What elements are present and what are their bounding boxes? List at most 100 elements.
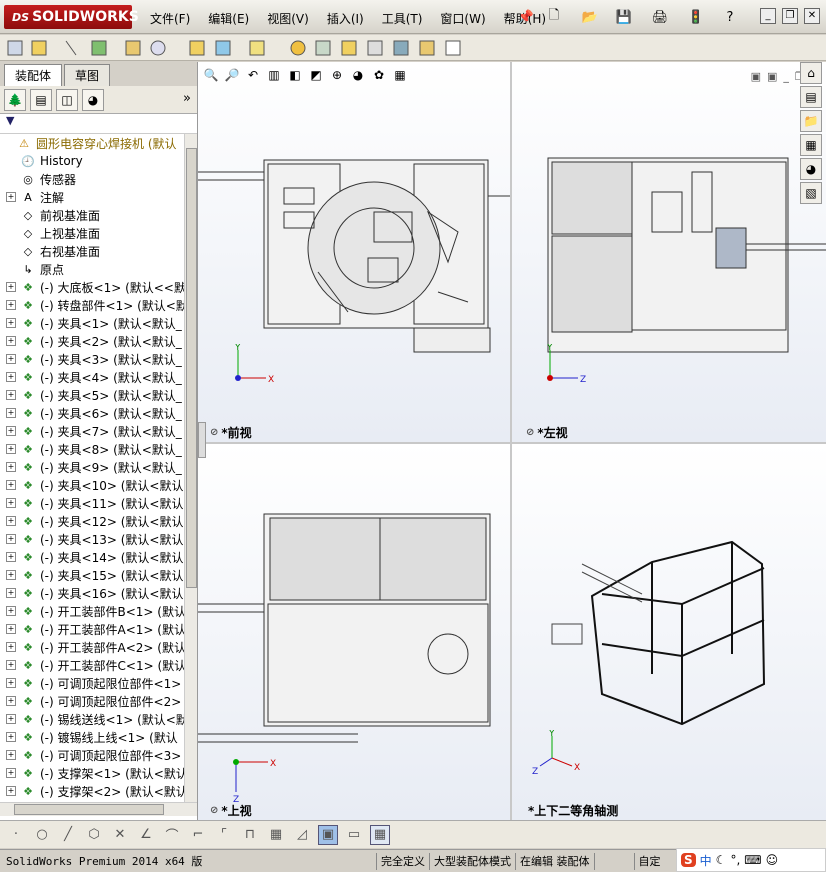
tree-item[interactable]: ◇ 右视基准面 [0, 242, 184, 260]
single-view-icon[interactable]: ▭ [344, 825, 364, 845]
moon-icon[interactable]: ☾ [716, 853, 727, 867]
solidworks-logo[interactable]: DS SOLIDWORKS [4, 5, 139, 29]
expand-toggle[interactable]: + [6, 534, 16, 544]
polygon-icon[interactable]: ⬡ [84, 825, 104, 845]
line-icon[interactable]: ╱ [58, 825, 78, 845]
tree-item[interactable]: + ❖ (-) 转盘部件<1> (默认<默 [0, 296, 184, 314]
expand-toggle[interactable]: + [6, 426, 16, 436]
expand-toggle[interactable]: + [6, 480, 16, 490]
expand-toggle[interactable]: + [6, 660, 16, 670]
expand-toggle[interactable]: + [6, 462, 16, 472]
tab-assembly[interactable]: 装配体 [4, 64, 63, 86]
tree-item[interactable]: + ❖ (-) 可调顶起限位部件<2> [0, 692, 184, 710]
expand-toggle[interactable]: + [6, 408, 16, 418]
pin-icon[interactable]: 📌 [516, 7, 536, 27]
viewport-front[interactable]: Y X ⊘ *前视 [198, 62, 510, 442]
expand-toggle[interactable]: + [6, 714, 16, 724]
triangle-icon[interactable]: ◿ [292, 825, 312, 845]
apply-scene-icon[interactable]: ✿ [370, 66, 388, 84]
tree-item[interactable]: + ❖ (-) 支撑架<1> (默认<默认 [0, 764, 184, 782]
property-manager-icon[interactable]: ▤ [30, 88, 52, 111]
viewport-split-icon-2[interactable]: ▣ [767, 70, 777, 83]
punctuation-icon[interactable]: °, [730, 853, 740, 867]
fillet-icon[interactable]: ⌒ [162, 825, 182, 845]
viewport-split-icon[interactable]: ▣ [751, 70, 761, 83]
view-palette-icon[interactable]: ▦ [800, 134, 822, 156]
menu-file[interactable]: 文件(F) [142, 8, 198, 29]
home-icon[interactable]: ⌂ [800, 62, 822, 84]
viewport-top[interactable]: Z X ⊘ *上视 [198, 444, 510, 820]
zoom-area-icon[interactable]: 🔎 [223, 66, 241, 84]
filter-row[interactable]: ▼ [0, 114, 197, 134]
filter-icon[interactable]: ▼ [6, 114, 14, 127]
command-toolbar-icons[interactable] [0, 35, 470, 61]
sogou-logo[interactable]: S [681, 853, 696, 867]
appearance-icon[interactable]: ◕ [82, 88, 104, 111]
link-icon[interactable]: ⊘ [210, 427, 218, 438]
tree-item[interactable]: + ❖ (-) 开工装部件C<1> (默认 [0, 656, 184, 674]
viewport-divider-vertical[interactable] [510, 62, 512, 820]
dimension-icon[interactable]: ⊓ [240, 825, 260, 845]
viewport-isometric[interactable]: Y X Z *上下二等角轴测 [512, 444, 826, 820]
tree-item[interactable]: + ❖ (-) 夹具<5> (默认<默认_ [0, 386, 184, 404]
viewport-left[interactable]: Y Z ⊘*左视 ▣ ▣ _ ❐ ✕ [512, 62, 826, 442]
tree-item[interactable]: + ❖ (-) 夹具<1> (默认<默认_ [0, 314, 184, 332]
chamfer-icon[interactable]: ⌐ [188, 825, 208, 845]
expand-toggle[interactable]: + [6, 606, 16, 616]
menu-insert[interactable]: 插入(I) [319, 8, 372, 29]
tree-item[interactable]: + ❖ (-) 夹具<11> (默认<默认 [0, 494, 184, 512]
tree-item[interactable]: + ❖ (-) 夹具<14> (默认<默认 [0, 548, 184, 566]
close-icon[interactable]: ✕ [804, 8, 820, 24]
help-icon[interactable]: ? [720, 7, 740, 27]
tree-item[interactable]: + ❖ (-) 夹具<9> (默认<默认_ [0, 458, 184, 476]
expand-toggle[interactable]: + [6, 516, 16, 526]
tree-item[interactable]: + ❖ (-) 夹具<2> (默认<默认_ [0, 332, 184, 350]
link-icon[interactable]: ⊘ [526, 427, 534, 438]
expand-toggle[interactable]: + [6, 588, 16, 598]
expand-toggle[interactable]: + [6, 300, 16, 310]
tree-vertical-scrollbar[interactable] [184, 134, 197, 802]
tree-item[interactable]: + A 注解 [0, 188, 184, 206]
tree-item[interactable]: + ❖ (-) 夹具<8> (默认<默认_ [0, 440, 184, 458]
expand-toggle[interactable]: + [6, 624, 16, 634]
tree-item[interactable]: + ❖ (-) 夹具<7> (默认<默认_ [0, 422, 184, 440]
design-library-icon[interactable]: ▤ [800, 86, 822, 108]
tree-item[interactable]: ◇ 上视基准面 [0, 224, 184, 242]
viewport-divider-horizontal[interactable] [198, 442, 826, 444]
hide-show-icon[interactable]: ⊕ [328, 66, 346, 84]
minimize-icon[interactable]: _ [760, 8, 776, 24]
expand-toggle[interactable]: + [6, 318, 16, 328]
user-icon[interactable]: ☺ [766, 853, 779, 867]
tree-item[interactable]: ↳ 原点 [0, 260, 184, 278]
tree-item[interactable]: ◎ 传感器 [0, 170, 184, 188]
tree-horizontal-scrollbar[interactable] [0, 802, 197, 816]
scroll-thumb[interactable] [186, 148, 197, 588]
open-folder-icon[interactable]: 📂 [580, 7, 600, 27]
menu-window[interactable]: 窗口(W) [432, 8, 493, 29]
tree-item[interactable]: + ❖ (-) 支撑架<2> (默认<默认 [0, 782, 184, 800]
previous-view-icon[interactable]: ↶ [244, 66, 262, 84]
expand-toggle[interactable]: + [6, 498, 16, 508]
dot-icon[interactable]: · [6, 825, 26, 845]
tree-item[interactable]: ⚠ 圆形电容穿心焊接机 (默认 [0, 134, 184, 152]
tree-item[interactable]: + ❖ (-) 可调顶起限位部件<1> [0, 674, 184, 692]
display-style-icon[interactable]: ◩ [307, 66, 325, 84]
new-document-icon[interactable]: 🗋 [544, 7, 564, 27]
zoom-to-fit-icon[interactable]: 🔍 [202, 66, 220, 84]
view-settings-icon[interactable]: ▦ [391, 66, 409, 84]
menu-tools[interactable]: 工具(T) [374, 8, 431, 29]
custom-properties-icon[interactable]: ▧ [800, 182, 822, 204]
angle-icon[interactable]: ∠ [136, 825, 156, 845]
expand-toggle[interactable]: + [6, 750, 16, 760]
scroll-thumb-horizontal[interactable] [14, 804, 164, 815]
expand-toggle[interactable]: + [6, 192, 16, 202]
more-tabs-icon[interactable]: » [183, 91, 191, 106]
tree-item[interactable]: + ❖ (-) 锡线送线<1> (默认<默 [0, 710, 184, 728]
tree-item[interactable]: + ❖ (-) 夹具<3> (默认<默认_ [0, 350, 184, 368]
expand-toggle[interactable]: + [6, 768, 16, 778]
grid-icon[interactable]: ▦ [266, 825, 286, 845]
expand-toggle[interactable]: + [6, 786, 16, 796]
collapse-panel-handle[interactable] [198, 422, 206, 458]
restore-icon[interactable]: ❐ [782, 8, 798, 24]
tree-item[interactable]: + ❖ (-) 夹具<13> (默认<默认 [0, 530, 184, 548]
